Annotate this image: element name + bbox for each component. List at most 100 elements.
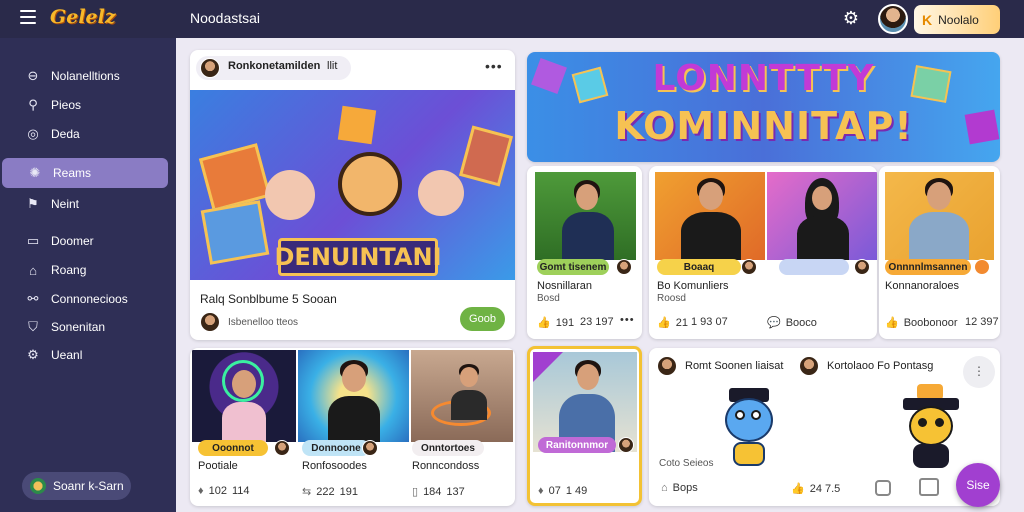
like-count[interactable]: ♦ 102 114 (198, 485, 250, 497)
post-card[interactable]: Gomt tisenem Nosnillaran Bosd 👍 191 23 19… (527, 166, 642, 339)
upgrade-button[interactable]: K Noolalo (914, 5, 1000, 34)
decor-tile (337, 105, 377, 145)
category-badge: Boaaq (657, 259, 741, 275)
bookmark-icon: ⌂ (29, 262, 37, 278)
sidebar-item-doomer[interactable]: ▭ Doomer (0, 228, 176, 254)
character-face (265, 170, 315, 220)
author-name: Kortolaoo Fo Pontasg (827, 360, 934, 372)
sidebar-item-deda[interactable]: ◎ Deda (0, 121, 176, 147)
more-icon[interactable]: ⋮ (963, 356, 995, 388)
person-photo (451, 364, 487, 424)
sidebar-item-pieos[interactable]: ⚲ Pieos (0, 92, 176, 118)
sidebar-item-neint[interactable]: ⚑ Neint (0, 191, 176, 217)
settings-icon[interactable]: ⚙ (842, 9, 860, 27)
avatar[interactable] (878, 4, 908, 34)
post-title: Nosnillaran (537, 280, 593, 292)
sidebar-item-label: Roang (51, 263, 87, 277)
app-logo[interactable]: Gelelz (50, 6, 116, 28)
fire-icon: ♦ (198, 485, 204, 497)
post-image (192, 350, 296, 442)
like-count[interactable]: 👍 Boobonoor (885, 316, 958, 330)
post-strip-card[interactable]: Ooonnot Donnoone Onntortoes Pootiale Ron… (190, 348, 515, 506)
share-icon: ⇆ (302, 486, 312, 498)
post-card[interactable]: Boaaq Bo Komunliers Roosd 👍 21 1 93 07 💬 B… (649, 166, 877, 339)
highlight-post-card[interactable]: Ranitonnmor ♦ 07 1 49 (527, 346, 642, 506)
like-count[interactable]: ⇆ 222 191 (302, 485, 358, 499)
page-title: Noodastsai (190, 10, 261, 26)
upgrade-button-label: Noolalo (938, 12, 979, 27)
sidebar-item-label: Ueanl (51, 348, 83, 362)
link-icon: ⚯ (27, 291, 39, 306)
sidebar-item-label: Nolanelltions (51, 69, 120, 83)
more-icon[interactable]: ••• (485, 58, 503, 74)
category-badge: Gomt tisenem (537, 259, 609, 275)
decor-tile (200, 200, 270, 265)
home-action[interactable]: ⌂ Bops (661, 482, 698, 494)
avatar[interactable] (616, 259, 632, 275)
person-photo (560, 180, 615, 260)
avatar[interactable] (974, 259, 990, 275)
comment-icon: 💬 (767, 317, 781, 329)
k-icon: K (922, 11, 933, 28)
category-badge (779, 259, 849, 275)
join-button[interactable]: Goob (460, 307, 505, 331)
like-icon: 👍 (885, 317, 899, 329)
feature-post-card[interactable]: Ronkonetamilden llit ••• DENUINTANI Ralq… (190, 50, 515, 340)
sidebar: ⊖ Nolanelltions ⚲ Pieos ◎ Deda ✺ Reams ⚑ Nein… (0, 38, 176, 512)
hero-line-1: LONNTTTY (652, 58, 875, 99)
circle-minus-icon: ⊖ (27, 68, 39, 83)
comment-count[interactable]: 💬 Booco (767, 316, 817, 330)
sidebar-item-roang[interactable]: ⌂ Roang (0, 257, 176, 283)
sidebar-item-reams[interactable]: ✺ Reams (2, 158, 168, 188)
post-title: Bo Komunliers (657, 280, 729, 292)
more-icon[interactable]: ••• (620, 314, 635, 326)
flag-icon: ⚑ (27, 196, 39, 211)
post-card[interactable]: Onnnnlmsannen Konnanoraloes 👍 Boobonoor 1… (879, 166, 1000, 339)
mascot-illustration (899, 384, 963, 470)
category-badge: Onntortoes (412, 440, 484, 456)
avatar[interactable] (200, 58, 220, 78)
category-badge: Donnoone (302, 440, 370, 456)
compose-fab-button[interactable]: Sise (956, 463, 1000, 507)
menu-icon[interactable] (20, 10, 36, 24)
avatar[interactable] (799, 356, 819, 376)
view-count: 23 197 (580, 316, 614, 328)
like-count[interactable]: ▯ 184 137 (412, 485, 465, 499)
sidebar-item-ueanl[interactable]: ⚙ Ueanl (0, 342, 176, 368)
feature-image: DENUINTANI (190, 90, 515, 280)
like-count[interactable]: 👍 24 7.5 (791, 482, 840, 496)
avatar[interactable] (741, 259, 757, 275)
sidebar-item-notifications[interactable]: ⊖ Nolanelltions (0, 63, 176, 89)
post-image (535, 172, 636, 260)
avatar[interactable] (362, 440, 378, 456)
like-count[interactable]: ♦ 07 1 49 (538, 485, 587, 497)
notification-icon[interactable] (875, 480, 891, 496)
bookmark-icon: ▯ (412, 486, 419, 498)
post-title: Ronfosoodes (302, 460, 367, 472)
decor-tile (198, 143, 272, 212)
like-count[interactable]: 👍 21 (657, 316, 688, 330)
sidebar-item-connections[interactable]: ⚯ Connonecioos (0, 286, 176, 312)
avatar[interactable] (200, 312, 220, 332)
avatar[interactable] (274, 440, 290, 456)
post-image (298, 350, 409, 442)
mascot-post-card[interactable]: Romt Soonen liaisat Kortolaoo Fo Pontasg… (649, 348, 1000, 506)
like-icon: 👍 (537, 317, 551, 329)
top-bar: Gelelz Noodastsai ⚙ K Noolalo (0, 0, 1024, 38)
folder-icon: ▭ (26, 233, 40, 248)
user-switcher[interactable]: Soanr k-Sarn (22, 472, 131, 500)
inbox-icon[interactable] (919, 478, 939, 496)
user-icon (30, 478, 46, 494)
avatar[interactable] (618, 437, 634, 453)
view-count: 1 93 07 (691, 316, 728, 328)
avatar[interactable] (854, 259, 870, 275)
like-icon: 👍 (657, 317, 671, 329)
category-badge: Onnnnlmsannen (885, 259, 971, 275)
author-name: Romt Soonen liaisat (685, 360, 784, 372)
avatar[interactable] (657, 356, 677, 376)
author-tag: llit (327, 60, 338, 72)
like-count[interactable]: 👍 191 (537, 316, 574, 330)
shield-icon: ⛉ (28, 319, 38, 334)
character-face (338, 152, 402, 216)
sidebar-item-sonenitan[interactable]: ⛉ Sonenitan (0, 314, 176, 340)
